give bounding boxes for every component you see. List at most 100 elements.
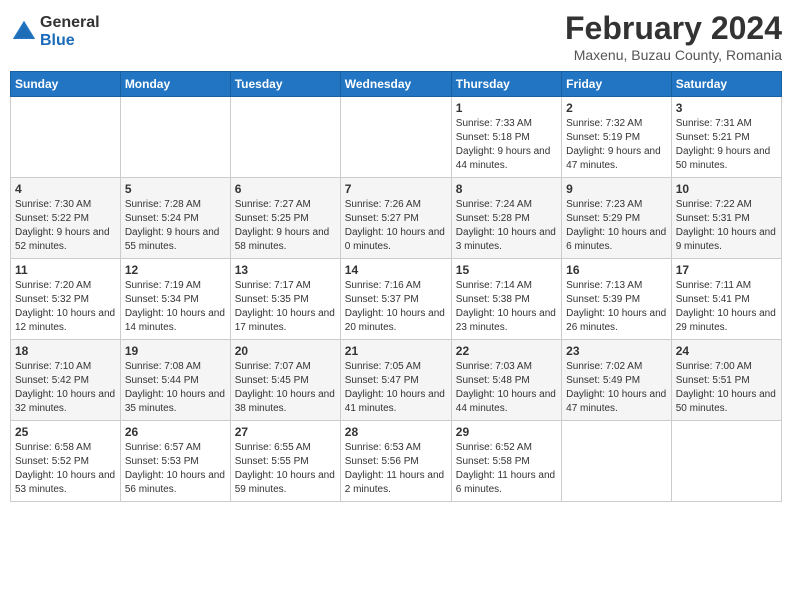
day-info: Sunrise: 7:31 AMSunset: 5:21 PMDaylight:… <box>676 117 777 173</box>
day-number: 19 <box>125 344 226 358</box>
daylight-text: Daylight: 10 hours and 41 minutes. <box>345 389 445 414</box>
calendar-cell: 29 Sunrise: 6:52 AMSunset: 5:58 PMDayligh… <box>451 421 561 502</box>
sunrise-text: Sunrise: 7:24 AM <box>456 199 532 210</box>
day-info: Sunrise: 7:22 AMSunset: 5:31 PMDaylight:… <box>676 198 777 254</box>
day-info: Sunrise: 7:23 AMSunset: 5:29 PMDaylight:… <box>566 198 667 254</box>
header-thursday: Thursday <box>451 72 561 97</box>
page-header: General Blue February 2024 Maxenu, Buzau… <box>10 10 782 63</box>
sunset-text: Sunset: 5:34 PM <box>125 294 199 305</box>
calendar-cell: 15Sunrise: 7:14 AMSunset: 5:38 PMDayligh… <box>451 259 561 340</box>
day-number: 1 <box>456 101 557 115</box>
calendar-cell: 9Sunrise: 7:23 AMSunset: 5:29 PMDaylight… <box>562 178 672 259</box>
day-number: 21 <box>345 344 447 358</box>
sunrise-text: Sunrise: 7:20 AM <box>15 280 91 291</box>
day-info: Sunrise: 7:02 AMSunset: 5:49 PMDaylight:… <box>566 360 667 416</box>
logo-blue-text: Blue <box>40 32 100 50</box>
title-block: February 2024 Maxenu, Buzau County, Roma… <box>565 10 782 63</box>
sunrise-text: Sunrise: 7:10 AM <box>15 361 91 372</box>
sunrise-text: Sunrise: 6:57 AM <box>125 442 201 453</box>
sunset-text: Sunset: 5:29 PM <box>566 213 640 224</box>
day-number: 14 <box>345 263 447 277</box>
calendar-cell <box>11 97 121 178</box>
sunrise-text: Sunrise: 7:00 AM <box>676 361 752 372</box>
day-number: 20 <box>235 344 336 358</box>
day-info: Sunrise: 6:52 AMSunset: 5:58 PMDaylight:… <box>456 441 557 497</box>
calendar-cell: 16Sunrise: 7:13 AMSunset: 5:39 PMDayligh… <box>562 259 672 340</box>
daylight-text: Daylight: 10 hours and 12 minutes. <box>15 308 115 333</box>
sunrise-text: Sunrise: 7:33 AM <box>456 118 532 129</box>
daylight-text: Daylight: 10 hours and 6 minutes. <box>566 227 666 252</box>
calendar-cell: 13Sunrise: 7:17 AMSunset: 5:35 PMDayligh… <box>230 259 340 340</box>
sunrise-text: Sunrise: 6:55 AM <box>235 442 311 453</box>
header-row: Sunday Monday Tuesday Wednesday Thursday… <box>11 72 782 97</box>
day-info: Sunrise: 6:55 AMSunset: 5:55 PMDaylight:… <box>235 441 336 497</box>
sunset-text: Sunset: 5:49 PM <box>566 375 640 386</box>
day-number: 13 <box>235 263 336 277</box>
daylight-text: Daylight: 10 hours and 26 minutes. <box>566 308 666 333</box>
sunrise-text: Sunrise: 7:28 AM <box>125 199 201 210</box>
logo: General Blue <box>10 14 100 49</box>
daylight-text: Daylight: 10 hours and 14 minutes. <box>125 308 225 333</box>
daylight-text: Daylight: 10 hours and 38 minutes. <box>235 389 335 414</box>
calendar-cell: 25Sunrise: 6:58 AMSunset: 5:52 PMDayligh… <box>11 421 121 502</box>
sunset-text: Sunset: 5:55 PM <box>235 456 309 467</box>
calendar-cell: 17 Sunrise: 7:11 AMSunset: 5:41 PMDayligh… <box>671 259 781 340</box>
calendar-cell: 6 Sunrise: 7:27 AMSunset: 5:25 PMDaylight… <box>230 178 340 259</box>
daylight-text: Daylight: 9 hours and 55 minutes. <box>125 227 220 252</box>
sunset-text: Sunset: 5:52 PM <box>15 456 89 467</box>
daylight-text: Daylight: 10 hours and 53 minutes. <box>15 470 115 495</box>
calendar-header: Sunday Monday Tuesday Wednesday Thursday… <box>11 72 782 97</box>
calendar-cell: 5Sunrise: 7:28 AMSunset: 5:24 PMDaylight… <box>120 178 230 259</box>
day-info: Sunrise: 7:30 AMSunset: 5:22 PMDaylight:… <box>15 198 116 254</box>
daylight-text: Daylight: 9 hours and 50 minutes. <box>676 146 771 171</box>
day-info: Sunrise: 7:11 AMSunset: 5:41 PMDaylight:… <box>676 279 777 335</box>
daylight-text: Daylight: 10 hours and 0 minutes. <box>345 227 445 252</box>
day-info: Sunrise: 6:58 AMSunset: 5:52 PMDaylight:… <box>15 441 116 497</box>
sunset-text: Sunset: 5:22 PM <box>15 213 89 224</box>
calendar-cell: 24Sunrise: 7:00 AMSunset: 5:51 PMDayligh… <box>671 340 781 421</box>
sunset-text: Sunset: 5:42 PM <box>15 375 89 386</box>
sunset-text: Sunset: 5:39 PM <box>566 294 640 305</box>
calendar-cell: 10Sunrise: 7:22 AMSunset: 5:31 PMDayligh… <box>671 178 781 259</box>
day-info: Sunrise: 7:26 AMSunset: 5:27 PMDaylight:… <box>345 198 447 254</box>
day-number: 29 <box>456 425 557 439</box>
sunset-text: Sunset: 5:24 PM <box>125 213 199 224</box>
sunset-text: Sunset: 5:27 PM <box>345 213 419 224</box>
sunset-text: Sunset: 5:56 PM <box>345 456 419 467</box>
day-info: Sunrise: 7:05 AMSunset: 5:47 PMDaylight:… <box>345 360 447 416</box>
calendar-cell: 21 Sunrise: 7:05 AMSunset: 5:47 PMDayligh… <box>340 340 451 421</box>
day-number: 28 <box>345 425 447 439</box>
day-info: Sunrise: 7:14 AMSunset: 5:38 PMDaylight:… <box>456 279 557 335</box>
sunset-text: Sunset: 5:25 PM <box>235 213 309 224</box>
sunset-text: Sunset: 5:19 PM <box>566 132 640 143</box>
sunset-text: Sunset: 5:41 PM <box>676 294 750 305</box>
daylight-text: Daylight: 10 hours and 35 minutes. <box>125 389 225 414</box>
day-info: Sunrise: 7:24 AMSunset: 5:28 PMDaylight:… <box>456 198 557 254</box>
calendar-cell: 28Sunrise: 6:53 AMSunset: 5:56 PMDayligh… <box>340 421 451 502</box>
daylight-text: Daylight: 10 hours and 23 minutes. <box>456 308 556 333</box>
day-number: 18 <box>15 344 116 358</box>
day-info: Sunrise: 7:07 AMSunset: 5:45 PMDaylight:… <box>235 360 336 416</box>
calendar-cell: 18Sunrise: 7:10 AMSunset: 5:42 PMDayligh… <box>11 340 121 421</box>
day-number: 17 <box>676 263 777 277</box>
sunset-text: Sunset: 5:47 PM <box>345 375 419 386</box>
calendar-cell: 27Sunrise: 6:55 AMSunset: 5:55 PMDayligh… <box>230 421 340 502</box>
daylight-text: Daylight: 11 hours and 6 minutes. <box>456 470 555 495</box>
sunrise-text: Sunrise: 7:03 AM <box>456 361 532 372</box>
calendar-week-5: 25Sunrise: 6:58 AMSunset: 5:52 PMDayligh… <box>11 421 782 502</box>
day-info: Sunrise: 7:27 AMSunset: 5:25 PMDaylight:… <box>235 198 336 254</box>
sunset-text: Sunset: 5:21 PM <box>676 132 750 143</box>
day-number: 6 <box>235 182 336 196</box>
day-number: 11 <box>15 263 116 277</box>
day-info: Sunrise: 7:20 AMSunset: 5:32 PMDaylight:… <box>15 279 116 335</box>
calendar-cell <box>671 421 781 502</box>
calendar-cell: 3Sunrise: 7:31 AMSunset: 5:21 PMDaylight… <box>671 97 781 178</box>
daylight-text: Daylight: 10 hours and 50 minutes. <box>676 389 776 414</box>
daylight-text: Daylight: 10 hours and 20 minutes. <box>345 308 445 333</box>
header-saturday: Saturday <box>671 72 781 97</box>
day-number: 27 <box>235 425 336 439</box>
calendar-cell: 14Sunrise: 7:16 AMSunset: 5:37 PMDayligh… <box>340 259 451 340</box>
daylight-text: Daylight: 10 hours and 47 minutes. <box>566 389 666 414</box>
calendar-cell <box>230 97 340 178</box>
daylight-text: Daylight: 9 hours and 52 minutes. <box>15 227 110 252</box>
